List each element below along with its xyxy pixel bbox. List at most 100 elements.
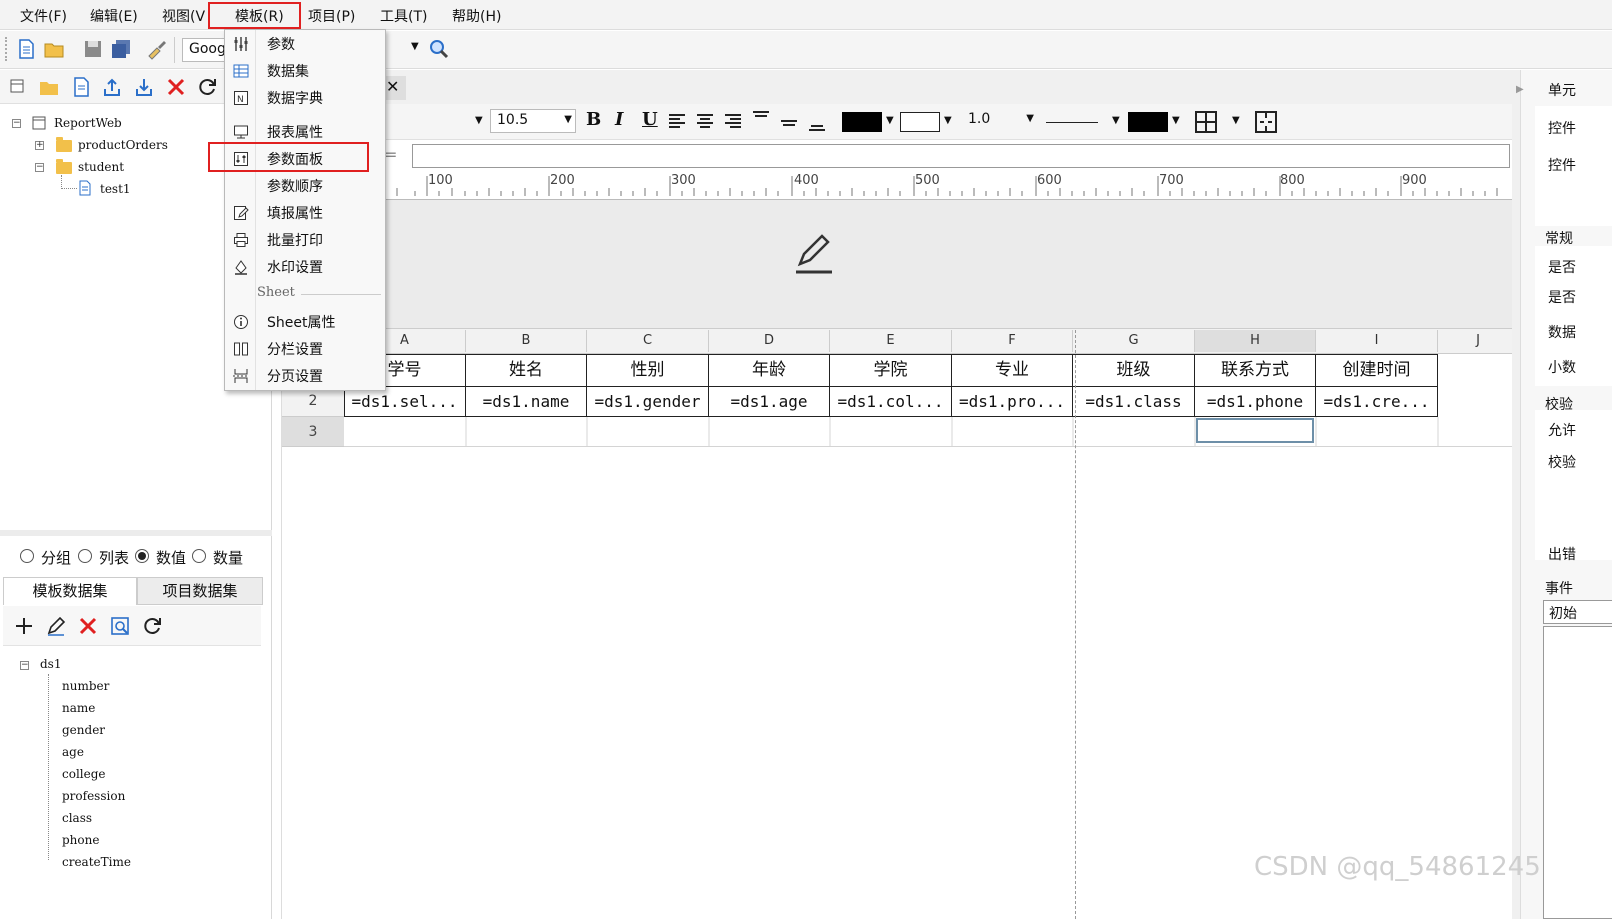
refresh-icon[interactable] — [141, 615, 163, 637]
field-item[interactable]: college — [62, 767, 106, 781]
dataset-name[interactable]: ds1 — [40, 657, 61, 671]
field-item[interactable]: createTime — [62, 855, 131, 869]
field-item[interactable]: phone — [62, 833, 99, 847]
field-item[interactable]: age — [62, 745, 84, 759]
download-icon[interactable] — [133, 76, 155, 98]
menu-item-dataset[interactable]: 数据集 — [267, 61, 309, 81]
close-tab-icon[interactable]: ✕ — [386, 77, 399, 96]
fill-color-swatch[interactable] — [900, 112, 940, 132]
tab-template-datasets[interactable]: 模板数据集 — [3, 577, 137, 605]
tree-node-student[interactable]: student — [78, 160, 124, 174]
column-header-b[interactable]: B — [466, 330, 587, 352]
save-icon[interactable] — [82, 38, 104, 60]
font-size-combo[interactable]: 10.5 ▼ — [490, 109, 576, 133]
panel-splitter[interactable] — [0, 530, 272, 536]
menu-item-fill-properties[interactable]: 填报属性 — [267, 203, 323, 223]
field-item[interactable]: number — [62, 679, 109, 693]
save-all-icon[interactable] — [110, 38, 132, 60]
cell-g2[interactable]: =ds1.class — [1073, 387, 1195, 417]
align-left-icon[interactable] — [668, 113, 686, 131]
collapse-arrow-icon[interactable]: ▶ — [1516, 84, 1524, 95]
cell-h1[interactable]: 联系方式 — [1195, 354, 1316, 386]
field-item[interactable]: gender — [62, 723, 105, 737]
field-item[interactable]: name — [62, 701, 95, 715]
vertical-scrollbar[interactable] — [1512, 70, 1520, 919]
tree-node-test1[interactable]: test1 — [100, 182, 131, 196]
cell-b2[interactable]: =ds1.name — [466, 387, 587, 417]
delete-icon[interactable] — [77, 615, 99, 637]
tree-node-productorders[interactable]: productOrders — [78, 138, 168, 152]
cell-b1[interactable]: 姓名 — [466, 354, 587, 386]
bold-icon[interactable]: B — [586, 109, 601, 130]
menu-project[interactable]: 项目(P) — [308, 6, 355, 26]
column-header-h[interactable]: H — [1195, 330, 1316, 352]
dropdown-arrow-icon[interactable]: ▼ — [1232, 115, 1240, 126]
border-grid-icon[interactable] — [1194, 110, 1218, 134]
field-item[interactable]: profession — [62, 789, 125, 803]
align-right-icon[interactable] — [724, 113, 742, 131]
refresh-icon[interactable] — [196, 76, 218, 98]
font-family-dropdown-icon[interactable]: ▼ — [475, 115, 483, 126]
new-file-icon[interactable] — [15, 38, 37, 60]
cell-c1[interactable]: 性别 — [587, 354, 709, 386]
radio-group-mode[interactable] — [20, 549, 34, 563]
column-header-g[interactable]: G — [1073, 330, 1195, 352]
column-header-d[interactable]: D — [709, 330, 830, 352]
menu-item-column-settings[interactable]: 分栏设置 — [267, 339, 323, 359]
font-color-swatch[interactable] — [842, 112, 882, 132]
project-icon[interactable] — [8, 77, 26, 95]
tree-root-label[interactable]: ReportWeb — [54, 116, 122, 130]
menu-item-parameter-order[interactable]: 参数顺序 — [267, 176, 323, 196]
column-header-f[interactable]: F — [952, 330, 1073, 352]
menu-item-watermark[interactable]: 水印设置 — [267, 257, 323, 277]
valign-bottom-icon[interactable] — [808, 116, 826, 134]
cell-f2[interactable]: =ds1.pro... — [952, 387, 1073, 417]
border-color-swatch[interactable] — [1128, 112, 1168, 132]
delete-icon[interactable] — [165, 76, 187, 98]
menu-tools[interactable]: 工具(T) — [380, 6, 427, 26]
menu-edit[interactable]: 编辑(E) — [90, 6, 138, 26]
radio-count-mode[interactable] — [192, 549, 206, 563]
row-header-3[interactable]: 3 — [282, 417, 344, 447]
collapse-toggle[interactable]: − — [35, 163, 44, 172]
menu-view[interactable]: 视图(V — [162, 6, 205, 26]
field-item[interactable]: class — [62, 811, 92, 825]
new-folder-icon[interactable] — [38, 76, 60, 98]
menu-item-parameters[interactable]: 参数 — [267, 34, 295, 54]
line-width-combo[interactable]: 1.0 ▼ — [962, 109, 1036, 133]
search-icon[interactable] — [428, 38, 450, 60]
column-header-e[interactable]: E — [830, 330, 952, 352]
menu-item-page-settings[interactable]: 分页设置 — [267, 366, 323, 386]
cell-d2[interactable]: =ds1.age — [709, 387, 830, 417]
dropdown-arrow-icon[interactable]: ▼ — [886, 115, 894, 126]
cell-e1[interactable]: 学院 — [830, 354, 952, 386]
tab-project-datasets[interactable]: 项目数据集 — [137, 577, 263, 605]
valign-middle-icon[interactable] — [780, 113, 798, 131]
add-icon[interactable] — [13, 615, 35, 637]
italic-icon[interactable]: I — [615, 109, 623, 130]
expand-toggle[interactable]: + — [35, 141, 44, 150]
dropdown-arrow-icon[interactable]: ▼ — [1112, 115, 1120, 126]
cell-i1[interactable]: 创建时间 — [1316, 354, 1438, 386]
dropdown-arrow-icon[interactable]: ▼ — [1172, 115, 1180, 126]
preview-icon[interactable] — [109, 615, 131, 637]
line-style-preview[interactable] — [1046, 122, 1098, 123]
menu-item-data-dictionary[interactable]: 数据字典 — [267, 88, 323, 108]
cell-h2[interactable]: =ds1.phone — [1195, 387, 1316, 417]
event-tab-init[interactable]: 初始 — [1543, 600, 1612, 624]
cell-i2[interactable]: =ds1.cre... — [1316, 387, 1438, 417]
brush-icon[interactable] — [146, 38, 168, 60]
upload-icon[interactable] — [101, 76, 123, 98]
formula-input[interactable] — [412, 144, 1510, 168]
menu-item-sheet-properties[interactable]: Sheet属性 — [267, 312, 335, 332]
cell-c2[interactable]: =ds1.gender — [587, 387, 709, 417]
column-header-i[interactable]: I — [1316, 330, 1438, 352]
edit-icon[interactable] — [45, 615, 67, 637]
selected-cell-h3[interactable] — [1196, 418, 1314, 443]
dropdown-arrow-icon[interactable]: ▼ — [944, 115, 952, 126]
valign-top-icon[interactable] — [752, 110, 770, 128]
align-center-icon[interactable] — [696, 113, 714, 131]
radio-list-mode[interactable] — [78, 549, 92, 563]
font-name-combo[interactable]: Goog — [182, 38, 228, 62]
cell-g1[interactable]: 班级 — [1073, 354, 1195, 386]
